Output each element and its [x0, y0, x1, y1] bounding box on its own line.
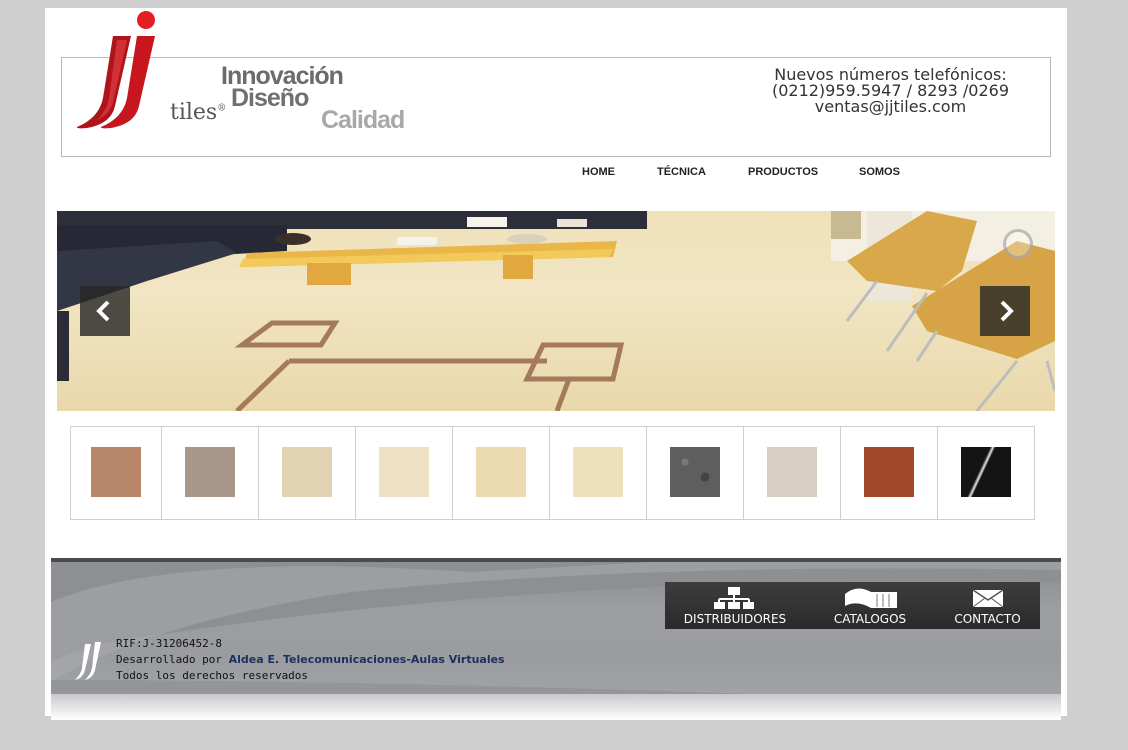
tile-thumbnail[interactable]: [71, 427, 162, 519]
nav-productos[interactable]: PRODUCTOS: [748, 166, 818, 178]
tile-swatch-dark-grey-granite: [670, 447, 720, 497]
email-address: ventas@jjtiles.com: [814, 97, 967, 116]
contacto-label: CONTACTO: [954, 612, 1021, 626]
chevron-right-icon: [1000, 300, 1014, 322]
registered-mark: ®: [217, 103, 227, 114]
footer-jj-logo: [73, 640, 105, 686]
chevron-left-icon: [96, 300, 110, 322]
distribuidores-label: DISTRIBUIDORES: [683, 612, 787, 626]
nav-tecnica[interactable]: TÉCNICA: [657, 166, 706, 178]
catalogos-button[interactable]: CATALOGOS: [805, 582, 935, 629]
tile-thumbnail[interactable]: [647, 427, 744, 519]
jj-tiles-logo[interactable]: tiles®: [73, 10, 226, 135]
tile-thumbnail[interactable]: [356, 427, 453, 519]
developed-by-text: Desarrollado por: [116, 653, 222, 666]
tile-swatch-ivory-marble: [573, 447, 623, 497]
catalogos-label: CATALOGOS: [833, 612, 907, 626]
distribuidores-button[interactable]: DISTRIBUIDORES: [665, 582, 805, 629]
page-container: tiles® Innovación Diseño Calidad Nuevos …: [45, 8, 1067, 720]
slider-loading-indicator: [1003, 229, 1033, 259]
footer: DISTRIBUIDORES CATALOGOS CONTACTO RIF:J-…: [51, 558, 1061, 720]
footer-action-bar: DISTRIBUIDORES CATALOGOS CONTACTO: [665, 582, 1040, 629]
tile-swatch-terracotta-marble: [91, 447, 141, 497]
tile-swatch-light-grey-marble: [767, 447, 817, 497]
slide-image: [57, 211, 1055, 411]
contact-info: Nuevos números telefónicos: (0212)959.59…: [772, 67, 1009, 115]
tile-thumbnail[interactable]: [162, 427, 259, 519]
tile-swatch-rust-red-marble: [864, 447, 914, 497]
slider-prev-button[interactable]: [80, 286, 130, 336]
tile-swatch-grey-beige-marble: [185, 447, 235, 497]
rights-text: Todos los derechos reservados: [116, 669, 309, 682]
tile-thumbnail-strip: [70, 426, 1035, 520]
tile-thumbnail[interactable]: [938, 427, 1034, 519]
slogan-calidad: Calidad: [321, 106, 405, 134]
nav-home[interactable]: HOME: [582, 166, 615, 178]
jj-small-logo-icon: [75, 642, 101, 680]
slogan-diseno: Diseño: [231, 84, 309, 112]
logo-wordmark: tiles®: [170, 100, 226, 125]
tile-thumbnail[interactable]: [841, 427, 938, 519]
tile-thumbnail[interactable]: [259, 427, 356, 519]
tile-thumbnail[interactable]: [744, 427, 841, 519]
logo-text: tiles: [170, 100, 218, 125]
hero-slider: [57, 211, 1055, 411]
tile-swatch-sand-beige: [282, 447, 332, 497]
tile-swatch-light-cream: [476, 447, 526, 497]
book-icon: [845, 588, 897, 608]
tile-thumbnail[interactable]: [550, 427, 647, 519]
envelope-icon: [972, 589, 1004, 608]
tile-swatch-black-marquina: [961, 447, 1011, 497]
rif-number: RIF:J-31206452-8: [116, 637, 222, 650]
footer-legal: RIF:J-31206452-8 Desarrollado por Aldea …: [116, 636, 505, 684]
nav-somos[interactable]: SOMOS: [859, 166, 900, 178]
developer-credit: Desarrollado por Aldea E. Telecomunicaci…: [116, 652, 505, 668]
tile-thumbnail[interactable]: [453, 427, 550, 519]
slider-next-button[interactable]: [980, 286, 1030, 336]
network-icon: [714, 587, 754, 609]
tile-swatch-cream: [379, 447, 429, 497]
developer-link[interactable]: Aldea E. Telecomunicaciones-Aulas Virtua…: [229, 653, 505, 666]
contacto-button[interactable]: CONTACTO: [935, 582, 1040, 629]
footer-fade: [51, 694, 1061, 720]
